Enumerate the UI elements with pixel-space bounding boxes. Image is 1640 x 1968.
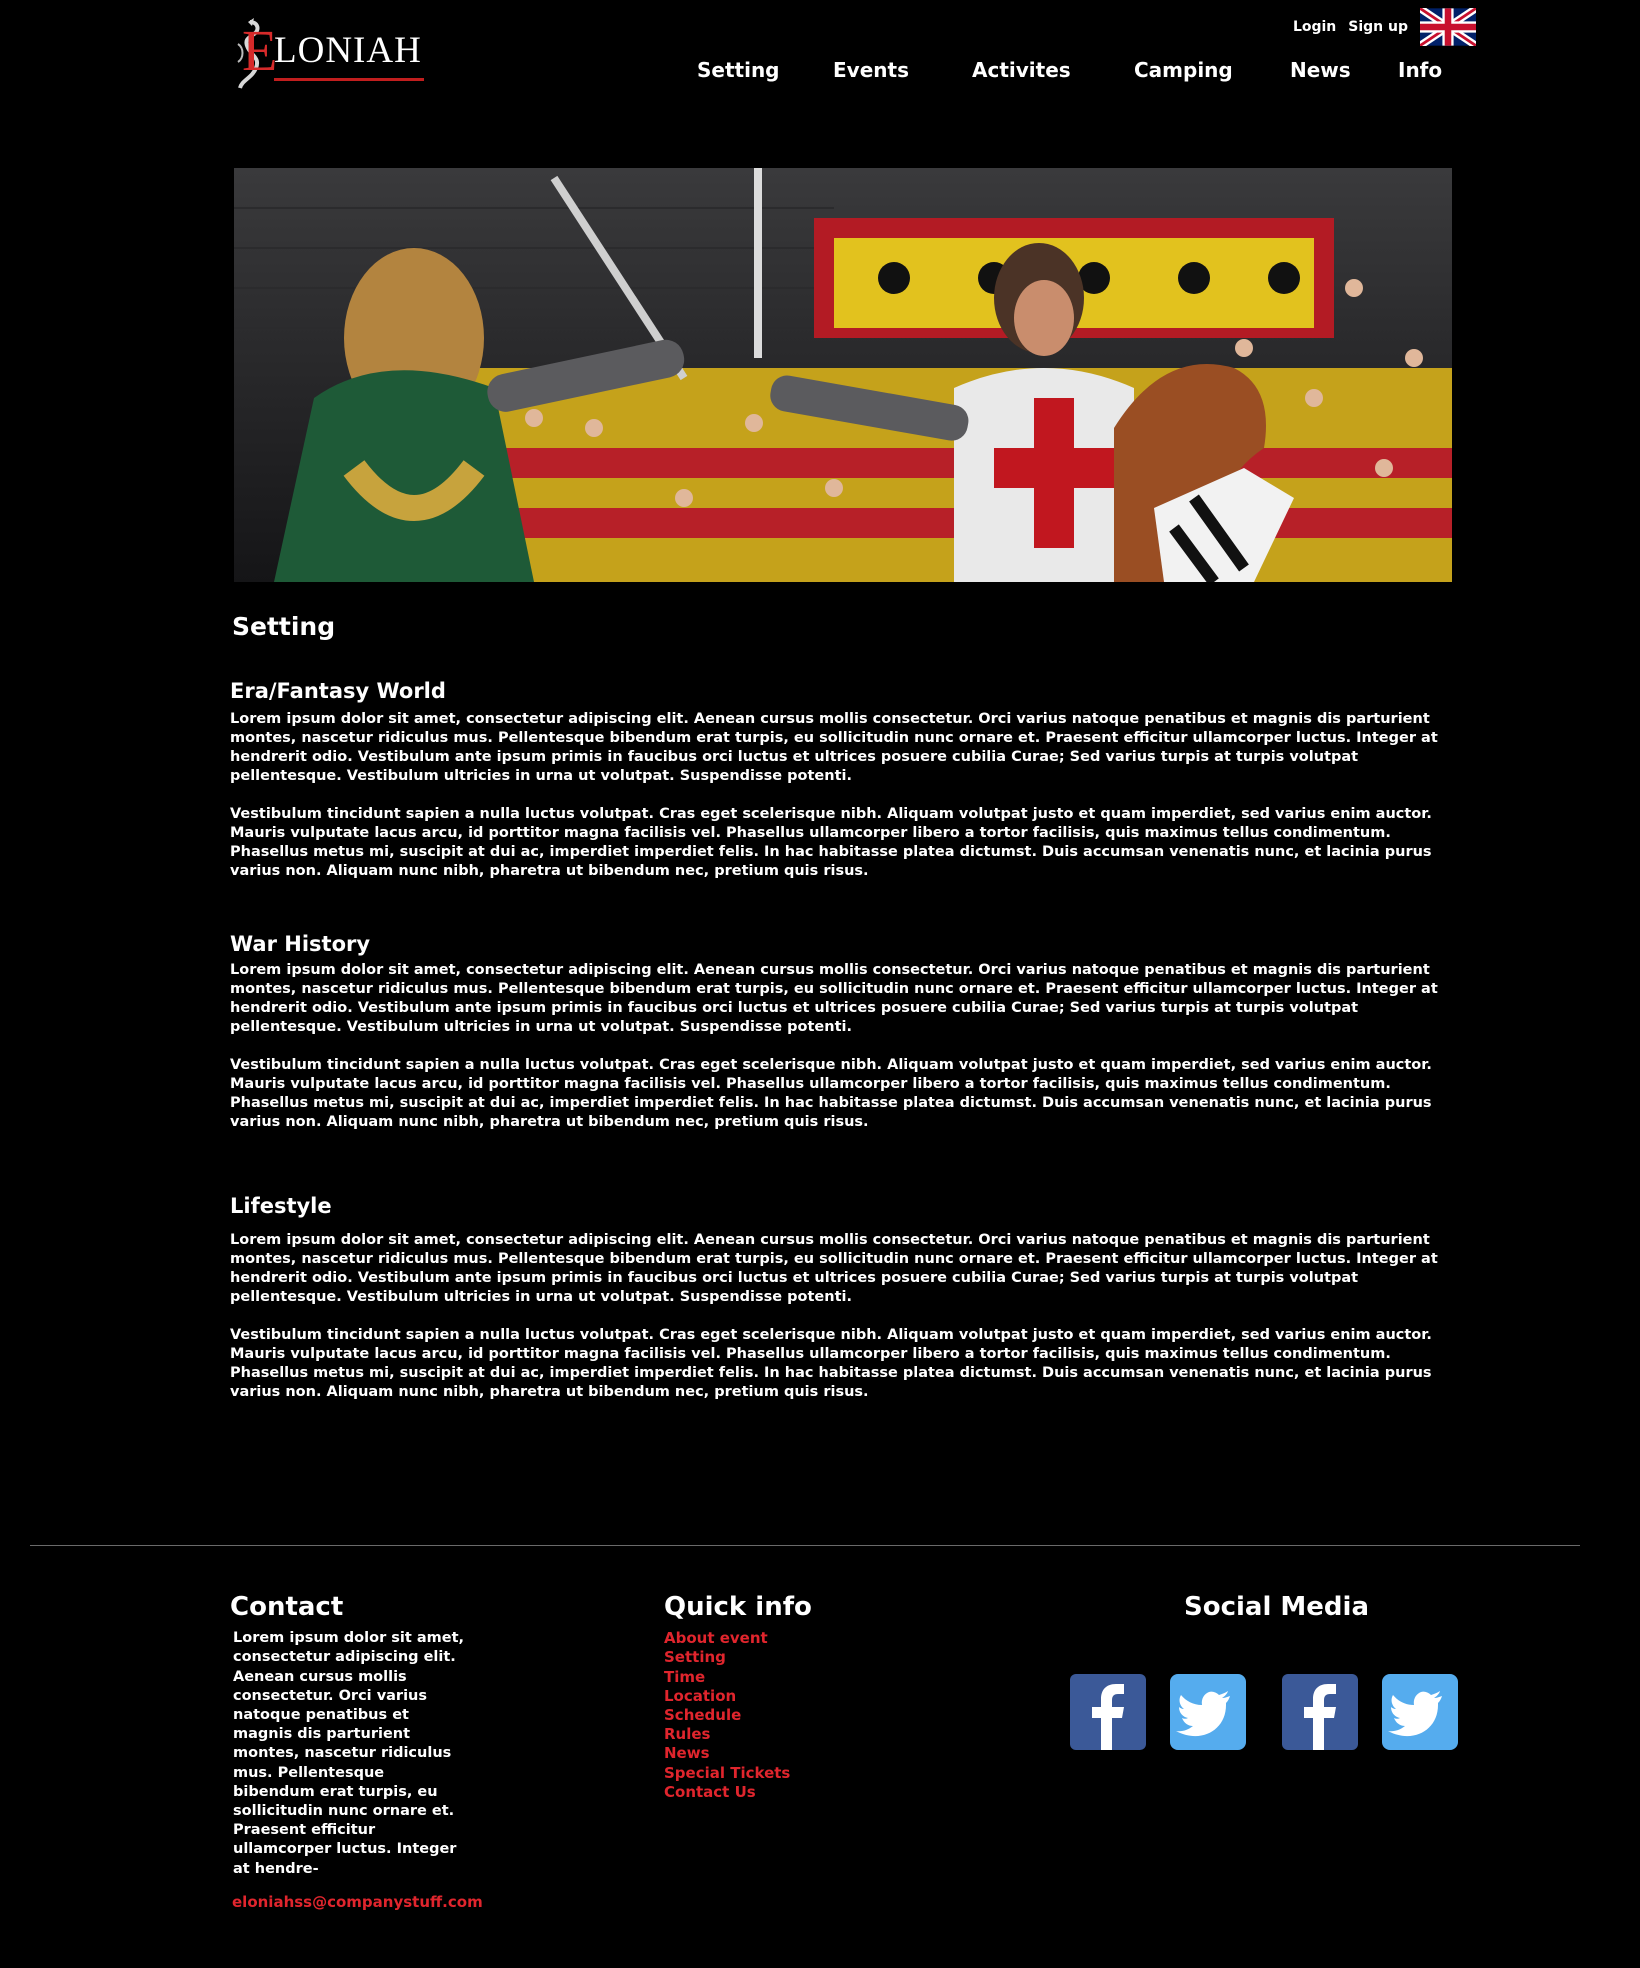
main-nav: Setting Events Activites Camping News In… xyxy=(0,58,1640,88)
quick-info-list: About event Setting Time Location Schedu… xyxy=(664,1629,964,1802)
quick-link-time[interactable]: Time xyxy=(664,1668,964,1687)
jousting-scene xyxy=(234,168,1452,582)
quick-link-about-event[interactable]: About event xyxy=(664,1629,964,1648)
footer-contact: Contact Lorem ipsum dolor sit amet, cons… xyxy=(230,1592,483,1911)
contact-title: Contact xyxy=(230,1592,344,1622)
social-title: Social Media xyxy=(1184,1592,1369,1622)
hero-image xyxy=(234,168,1452,582)
section-heading: Lifestyle xyxy=(230,1194,332,1218)
nav-events[interactable]: Events xyxy=(833,58,909,82)
section-war-history: War History Lorem ipsum dolor sit amet, … xyxy=(230,932,1450,1132)
quick-link-location[interactable]: Location xyxy=(664,1687,964,1706)
nav-setting[interactable]: Setting xyxy=(697,58,780,82)
facebook-icon[interactable] xyxy=(1282,1674,1358,1750)
quick-link-schedule[interactable]: Schedule xyxy=(664,1706,964,1725)
nav-camping[interactable]: Camping xyxy=(1134,58,1233,82)
uk-flag-icon[interactable] xyxy=(1420,8,1476,46)
contact-email-link[interactable]: eloniahss@companystuff.com xyxy=(232,1893,483,1911)
section-lifestyle: Lifestyle Lorem ipsum dolor sit amet, co… xyxy=(230,1194,1450,1402)
quick-info-title: Quick info xyxy=(664,1592,812,1622)
facebook-icon[interactable] xyxy=(1070,1674,1146,1750)
signup-link[interactable]: Sign up xyxy=(1348,19,1408,35)
twitter-icon[interactable] xyxy=(1382,1674,1458,1750)
quick-link-special-tickets[interactable]: Special Tickets xyxy=(664,1764,964,1783)
section-paragraph: Lorem ipsum dolor sit amet, consectetur … xyxy=(230,711,1438,785)
section-paragraph: Lorem ipsum dolor sit amet, consectetur … xyxy=(230,962,1438,1036)
section-paragraph: Vestibulum tincidunt sapien a nulla luct… xyxy=(230,806,1432,880)
section-heading: War History xyxy=(230,932,371,956)
footer-quick-info: Quick info About event Setting Time Loca… xyxy=(664,1592,964,1802)
page-title: Setting xyxy=(232,612,336,641)
section-era: Era/Fantasy World Lorem ipsum dolor sit … xyxy=(230,679,1450,881)
section-paragraph: Vestibulum tincidunt sapien a nulla luct… xyxy=(230,1327,1432,1401)
account-bar: Login Sign up xyxy=(1293,8,1476,46)
section-paragraph: Lorem ipsum dolor sit amet, consectetur … xyxy=(230,1232,1438,1306)
section-paragraph: Vestibulum tincidunt sapien a nulla luct… xyxy=(230,1057,1432,1131)
main-content: Setting Era/Fantasy World Lorem ipsum do… xyxy=(230,612,1450,1400)
contact-text: Lorem ipsum dolor sit amet, consectetur … xyxy=(233,1630,465,1877)
quick-link-news[interactable]: News xyxy=(664,1744,964,1763)
section-heading: Era/Fantasy World xyxy=(230,679,446,703)
twitter-icon[interactable] xyxy=(1170,1674,1246,1750)
quick-link-setting[interactable]: Setting xyxy=(664,1648,964,1667)
quick-link-contact-us[interactable]: Contact Us xyxy=(664,1783,964,1802)
footer-divider xyxy=(30,1545,1580,1546)
login-link[interactable]: Login xyxy=(1293,19,1336,35)
nav-news[interactable]: News xyxy=(1290,58,1351,82)
quick-link-rules[interactable]: Rules xyxy=(664,1725,964,1744)
nav-info[interactable]: Info xyxy=(1398,58,1442,82)
nav-activites[interactable]: Activites xyxy=(972,58,1071,82)
